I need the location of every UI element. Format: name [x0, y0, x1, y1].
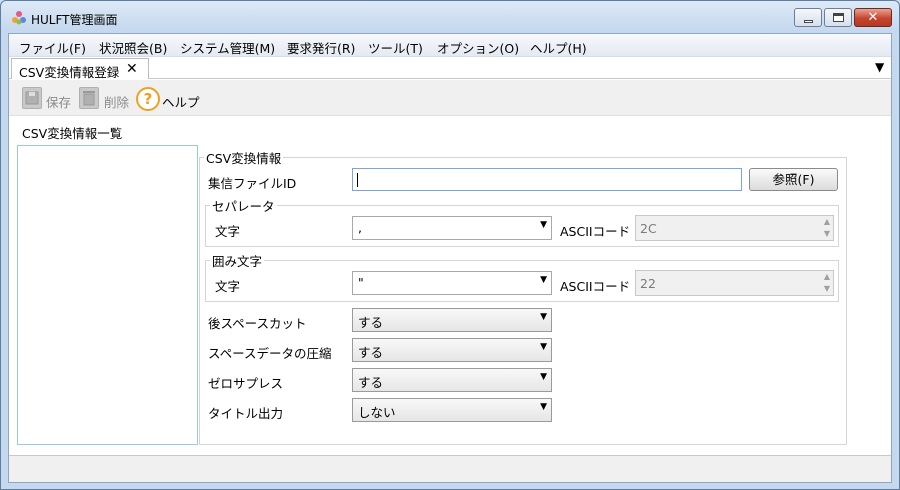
file-id-input[interactable] [352, 168, 742, 191]
window-title: HULFT管理画面 [31, 13, 118, 27]
menu-bar: ファイル(F) 状況照会(B) システム管理(M) 要求発行(R) ツール(T)… [9, 34, 891, 57]
trailing-space-cut-label: 後スペースカット [208, 316, 307, 331]
status-bar [9, 455, 891, 482]
toolbar: 保存 削除 ? ヘルプ [9, 80, 891, 116]
menu-request[interactable]: 要求発行(R) [287, 38, 355, 57]
list-title: CSV変換情報一覧 [22, 126, 123, 141]
app-window: HULFT管理画面 ✕ ファイル(F) 状況照会(B) システム管理(M) 要求… [0, 0, 900, 490]
chevron-down-icon: ▼ [540, 342, 547, 352]
chevron-down-icon: ▼ [540, 312, 547, 322]
chevron-down-icon: ▼ [540, 220, 547, 230]
text-caret [357, 173, 358, 187]
close-icon: ✕ [867, 10, 879, 25]
menu-options[interactable]: オプション(O) [437, 38, 519, 57]
delete-button[interactable]: 削除 [104, 92, 129, 111]
minimize-icon [804, 20, 813, 23]
tab-label: CSV変換情報登録 [19, 65, 120, 80]
enclosure-ascii-label: ASCIIコード [560, 279, 631, 294]
enclosure-char-select[interactable]: " ▼ [352, 271, 552, 295]
close-window-button[interactable]: ✕ [854, 8, 892, 27]
separator-ascii-label: ASCIIコード [560, 224, 631, 239]
file-id-label: 集信ファイルID [208, 176, 297, 191]
spin-up-icon[interactable]: ▲ [824, 217, 830, 226]
trailing-space-cut-value: する [358, 315, 384, 330]
space-compress-label: スペースデータの圧縮 [208, 346, 332, 361]
title-bar[interactable]: HULFT管理画面 ✕ [1, 1, 899, 33]
hulft-app-icon [12, 11, 26, 25]
enclosure-char-label: 文字 [215, 279, 241, 294]
tab-close-icon[interactable]: ✕ [126, 61, 138, 77]
space-compress-value: する [358, 345, 384, 360]
maximize-icon [833, 13, 844, 22]
chevron-down-icon: ▼ [540, 372, 547, 382]
csv-info-list[interactable] [17, 145, 198, 445]
trailing-space-cut-select[interactable]: する ▼ [352, 308, 552, 332]
tab-csv-conversion[interactable]: CSV変換情報登録 ✕ [11, 58, 149, 80]
menu-status[interactable]: 状況照会(B) [99, 38, 167, 57]
tab-list-menu-icon[interactable]: ▼ [875, 60, 884, 74]
help-icon[interactable]: ? [136, 87, 160, 111]
menu-help[interactable]: ヘルプ(H) [530, 38, 587, 57]
delete-icon[interactable] [79, 87, 99, 109]
save-icon[interactable] [22, 87, 42, 109]
save-button[interactable]: 保存 [46, 92, 71, 111]
title-output-label: タイトル出力 [208, 406, 284, 421]
title-output-value: しない [358, 405, 396, 420]
floppy-icon [25, 91, 39, 105]
browse-button[interactable]: 参照(F) [749, 168, 838, 191]
csv-info-group-title: CSV変換情報 [204, 148, 284, 167]
zero-suppress-label: ゼロサプレス [208, 376, 284, 391]
spin-down-icon[interactable]: ▼ [824, 284, 830, 293]
zero-suppress-select[interactable]: する ▼ [352, 368, 552, 392]
separator-char-value: , [358, 220, 362, 235]
separator-title: セパレータ [210, 196, 277, 215]
title-output-select[interactable]: しない ▼ [352, 398, 552, 422]
separator-ascii-value: 2C [640, 221, 657, 236]
spin-down-icon[interactable]: ▼ [824, 229, 830, 238]
space-compress-select[interactable]: する ▼ [352, 338, 552, 362]
separator-char-label: 文字 [215, 224, 241, 239]
minimize-button[interactable] [794, 8, 822, 27]
menu-file[interactable]: ファイル(F) [19, 38, 86, 57]
separator-char-select[interactable]: , ▼ [352, 216, 552, 240]
enclosure-char-value: " [358, 275, 364, 290]
enclosure-ascii-spinner[interactable]: 22 ▲ ▼ [635, 270, 834, 296]
client-area: ファイル(F) 状況照会(B) システム管理(M) 要求発行(R) ツール(T)… [8, 33, 892, 483]
chevron-down-icon: ▼ [540, 402, 547, 412]
tab-strip: CSV変換情報登録 ✕ ▼ [9, 57, 891, 80]
separator-ascii-spinner[interactable]: 2C ▲ ▼ [635, 215, 834, 241]
trash-icon [83, 91, 95, 106]
menu-system[interactable]: システム管理(M) [180, 38, 275, 57]
menu-tools[interactable]: ツール(T) [368, 38, 423, 57]
maximize-button[interactable] [824, 8, 852, 27]
zero-suppress-value: する [358, 375, 384, 390]
spin-up-icon[interactable]: ▲ [824, 272, 830, 281]
enclosure-title: 囲み文字 [210, 251, 265, 270]
help-button[interactable]: ヘルプ [162, 92, 200, 111]
enclosure-ascii-value: 22 [640, 276, 656, 291]
chevron-down-icon: ▼ [540, 275, 547, 285]
